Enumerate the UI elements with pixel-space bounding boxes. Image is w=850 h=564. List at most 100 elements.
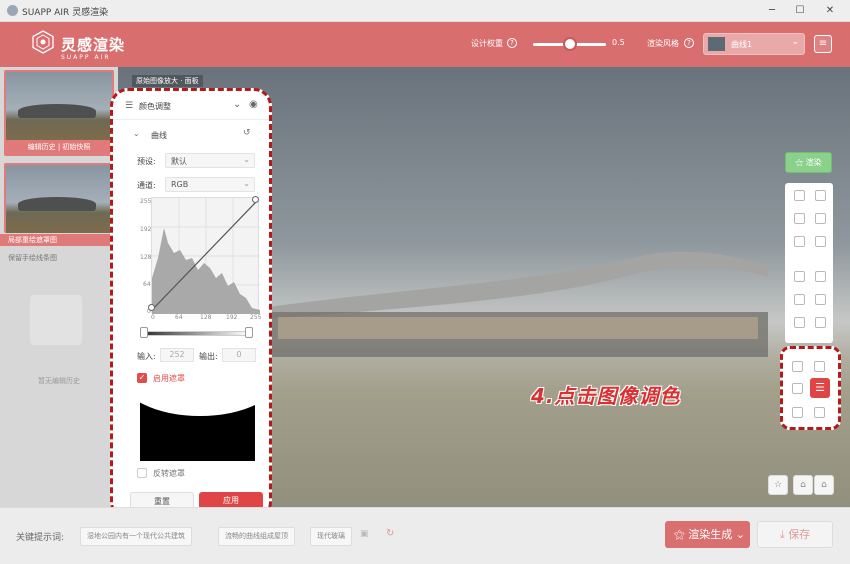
keyword-chip[interactable]: 湿地公园内有一个现代公共建筑 xyxy=(80,527,192,546)
style-thumbnail xyxy=(708,37,725,51)
range-handle-right[interactable] xyxy=(245,327,253,338)
curve-graph[interactable] xyxy=(148,196,260,314)
image-icon[interactable]: ▣ xyxy=(360,529,369,539)
tool-icon[interactable] xyxy=(815,317,826,328)
tool-icon[interactable] xyxy=(794,271,805,282)
chevron-icon[interactable]: ⌄ xyxy=(133,129,140,138)
use-mask-checkbox[interactable]: ✓ xyxy=(137,373,147,383)
tool-icon[interactable] xyxy=(794,190,805,201)
tool-icon[interactable] xyxy=(794,294,805,305)
image-adjust-tools: ☰ xyxy=(780,346,841,430)
star-icon[interactable]: ☆ xyxy=(768,475,788,495)
keyword-chip[interactable]: 流畅的曲线组成屋顶 xyxy=(218,527,295,546)
keyword-chip[interactable]: 现代玻璃 xyxy=(310,527,352,546)
output-label: 输出: xyxy=(199,352,218,361)
curve-section-title: 曲线 xyxy=(151,131,167,140)
channel-label: 通道: xyxy=(137,181,156,190)
step-callout: 4.点击图像调色 xyxy=(531,384,681,408)
x-tick: 128 xyxy=(200,314,212,321)
input-value-field[interactable]: 252 xyxy=(160,348,194,362)
design-weight-value: 0.5 xyxy=(612,38,625,47)
render-label: 渲染 xyxy=(805,158,822,167)
tool-icon[interactable] xyxy=(794,317,805,328)
save-button[interactable]: ⤓ 保存 xyxy=(757,521,833,548)
tool-icon[interactable] xyxy=(794,213,805,224)
close-button[interactable]: ✕ xyxy=(818,3,842,19)
render-style-select[interactable]: 曲线1 ⌄ xyxy=(703,33,805,55)
generate-button[interactable]: ⚝ 渲染生成 ⌄ xyxy=(665,521,750,548)
thumb-up-icon[interactable]: ⌂ xyxy=(793,475,813,495)
curve-point-handle[interactable] xyxy=(252,196,259,203)
tool-icon[interactable] xyxy=(792,383,803,394)
keyword-label: 关键提示词: xyxy=(16,533,65,543)
history-item-selected[interactable]: 局部重绘遮罩图 xyxy=(0,234,118,246)
tool-icon[interactable] xyxy=(814,361,825,372)
history-thumbnail xyxy=(6,72,112,140)
input-label: 输入: xyxy=(137,352,156,361)
history-card[interactable] xyxy=(4,163,114,233)
history-card[interactable]: 编辑历史 | 初始快照 xyxy=(4,70,114,156)
y-tick: 128 xyxy=(140,254,152,261)
y-tick: 192 xyxy=(140,226,152,233)
x-tick: 0 xyxy=(151,314,155,321)
maximize-button[interactable]: ☐ xyxy=(788,3,812,19)
chevron-down-icon: ⌄ xyxy=(791,37,799,47)
chevron-down-icon: ⌄ xyxy=(735,528,745,541)
history-sub-item[interactable]: 保留手绘线条图 xyxy=(8,253,57,263)
thumb-down-icon[interactable]: ⌂ xyxy=(814,475,834,495)
help-icon[interactable]: ? xyxy=(684,38,694,48)
sliders-icon: ☰ xyxy=(125,101,134,111)
eye-icon[interactable]: ◉ xyxy=(249,99,258,110)
render-style-value: 曲线1 xyxy=(731,40,753,49)
tool-icon[interactable] xyxy=(794,236,805,247)
reset-icon[interactable]: ↺ xyxy=(243,128,251,138)
expand-icon[interactable] xyxy=(814,407,825,418)
tool-palette xyxy=(785,183,833,343)
crop-icon[interactable] xyxy=(792,407,803,418)
curve-point-handle[interactable] xyxy=(148,304,155,311)
sparkle-icon: ⚝ xyxy=(674,528,685,541)
preset-select[interactable]: 默认 ⌄ xyxy=(165,153,255,168)
tool-icon[interactable] xyxy=(815,271,826,282)
input-range-slider[interactable] xyxy=(144,331,249,336)
refresh-icon[interactable]: ↻ xyxy=(386,528,394,539)
invert-mask-label: 反转遮罩 xyxy=(153,469,185,478)
color-adjust-button[interactable]: ☰ xyxy=(810,378,830,398)
x-tick: 64 xyxy=(175,314,183,321)
chevron-down-icon: ⌄ xyxy=(243,179,250,188)
render-button[interactable]: ⚝ 渲染 xyxy=(785,152,832,173)
empty-box-icon xyxy=(30,295,82,345)
tool-icon[interactable] xyxy=(815,213,826,224)
save-label: 保存 xyxy=(788,528,811,541)
tool-icon[interactable] xyxy=(815,294,826,305)
range-handle-left[interactable] xyxy=(140,327,148,338)
app-logo-icon xyxy=(7,5,18,16)
brand-logo-icon xyxy=(32,30,54,54)
x-tick: 255 xyxy=(250,314,262,321)
minimize-button[interactable]: ─ xyxy=(760,3,784,19)
generate-label: 渲染生成 xyxy=(688,528,733,541)
panel-title: 颜色调整 xyxy=(139,102,171,111)
preset-value: 默认 xyxy=(171,157,187,166)
help-icon[interactable]: ? xyxy=(507,38,517,48)
slider-handle[interactable] xyxy=(563,37,577,51)
mask-preview xyxy=(140,391,255,461)
render-style-label: 渲染风格 xyxy=(647,39,679,48)
design-weight-label: 设计权重 xyxy=(471,39,503,48)
tool-icon[interactable] xyxy=(815,236,826,247)
menu-button[interactable]: ≡ xyxy=(814,35,832,53)
empty-history-text: 暂无编辑历史 xyxy=(38,377,80,385)
history-thumbnail xyxy=(6,165,112,233)
tool-icon[interactable] xyxy=(815,190,826,201)
tool-icon[interactable] xyxy=(792,361,803,372)
channel-value: RGB xyxy=(171,180,189,189)
color-adjust-panel: ☰ 颜色调整 ⌄ ◉ ⌄ 曲线 ↺ 预设: 默认 ⌄ 通道: RGB ⌄ 255… xyxy=(110,88,272,520)
histogram-curve xyxy=(151,198,260,314)
chevron-down-icon: ⌄ xyxy=(243,155,250,164)
output-value-field[interactable]: 0 xyxy=(222,348,256,362)
chevron-down-icon[interactable]: ⌄ xyxy=(233,99,241,110)
brand-name: 灵感渲染 xyxy=(61,36,126,54)
invert-mask-checkbox[interactable] xyxy=(137,468,147,478)
bottom-bar: 关键提示词: 湿地公园内有一个现代公共建筑 流畅的曲线组成屋顶 现代玻璃 ▣ ↻… xyxy=(0,507,850,564)
channel-select[interactable]: RGB ⌄ xyxy=(165,177,255,192)
